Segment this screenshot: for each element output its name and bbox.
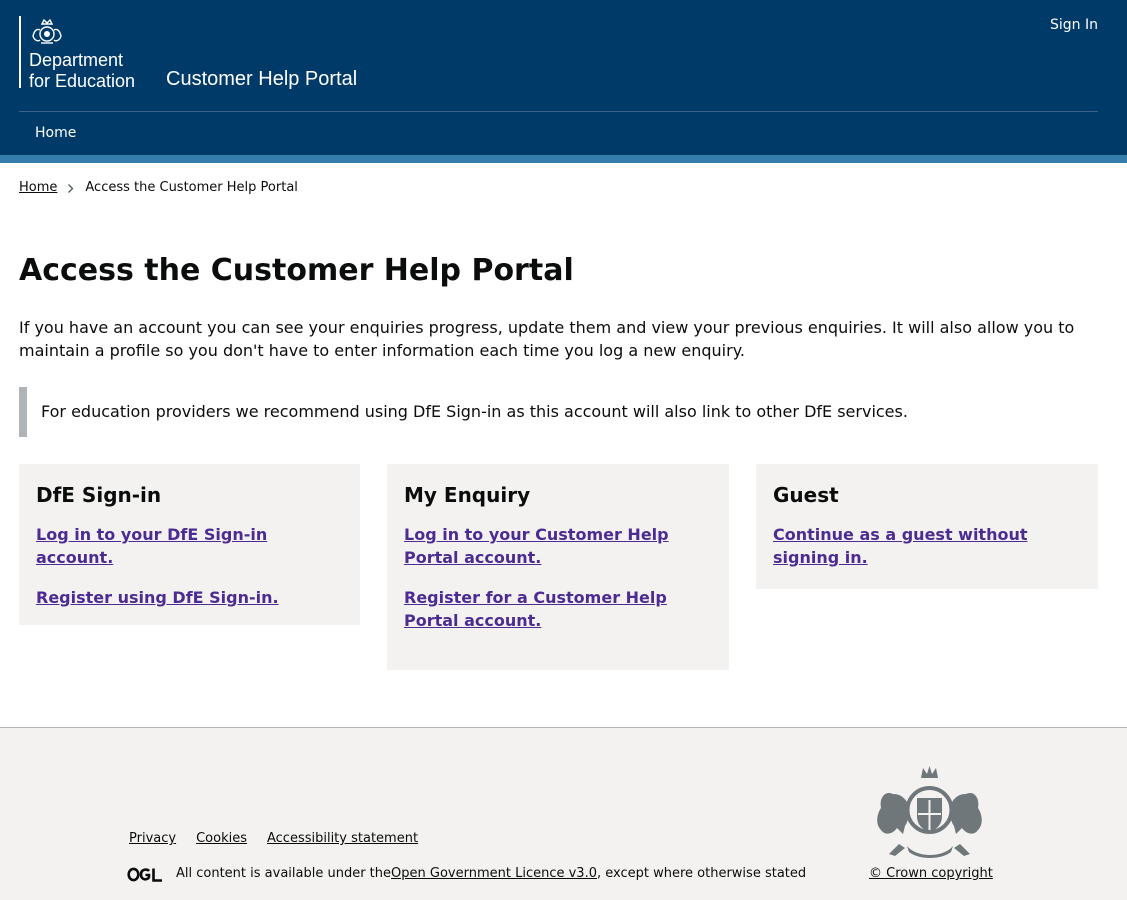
footer-link-accessibility[interactable]: Accessibility statement [267, 830, 418, 848]
site-footer: Privacy Cookies Accessibility statement … [0, 727, 1127, 900]
dfe-sign-in-login-link[interactable]: Log in to your DfE Sign-in account. [36, 523, 343, 569]
department-line-1: Department [29, 50, 124, 70]
crown-copyright-link[interactable]: © Crown copyright [869, 865, 993, 883]
footer-link-cookies[interactable]: Cookies [196, 830, 247, 848]
footer-link-privacy[interactable]: Privacy [129, 830, 176, 848]
nav-item-home[interactable]: Home [35, 123, 76, 143]
licence-suffix: , except where otherwise stated [596, 866, 807, 881]
breadcrumb-current: Access the Customer Help Portal [85, 180, 298, 195]
page-title: Access the Customer Help Portal [19, 253, 574, 288]
department-line-2: for Education [29, 71, 136, 91]
header-container: Department for Education Customer Help P… [19, 0, 1098, 155]
dfe-sign-in-register-link[interactable]: Register using DfE Sign-in. [36, 586, 343, 609]
portal-login-link[interactable]: Log in to your Customer Help Portal acco… [404, 523, 712, 569]
portal-register-link[interactable]: Register for a Customer Help Portal acco… [404, 586, 712, 632]
card-my-enquiry: My Enquiry Log in to your Customer Help … [387, 464, 729, 670]
ogl-logo-icon [127, 867, 162, 882]
card-guest: Guest Continue as a guest without signin… [756, 464, 1098, 589]
card-title: DfE Sign-in [36, 483, 162, 507]
dfe-logo-link[interactable]: Department for Education [19, 16, 149, 91]
card-title: My Enquiry [404, 483, 531, 507]
breadcrumb: Home Access the Customer Help Portal [19, 179, 298, 197]
header-divider [19, 111, 1098, 112]
inset-text: For education providers we recommend usi… [19, 387, 908, 437]
continue-as-guest-link[interactable]: Continue as a guest without signing in. [773, 523, 1081, 569]
card-dfe-sign-in: DfE Sign-in Log in to your DfE Sign-in a… [19, 464, 360, 625]
footer-links: Privacy Cookies Accessibility statement [129, 830, 418, 848]
licence-row: All content is available under the Open … [127, 865, 806, 883]
service-name-link[interactable]: Customer Help Portal [166, 66, 357, 92]
card-title: Guest [773, 483, 839, 507]
chevron-right-icon [68, 183, 74, 193]
royal-crest-icon [32, 18, 62, 44]
licence-prefix: All content is available under the [176, 866, 392, 881]
royal-coat-of-arms-icon [877, 766, 982, 858]
site-header: Department for Education Customer Help P… [0, 0, 1127, 155]
intro-text: If you have an account you can see your … [19, 318, 1075, 360]
inset-text-content: For education providers we recommend usi… [41, 402, 908, 421]
breadcrumb-home-link[interactable]: Home [19, 179, 57, 197]
header-accent-bar [0, 155, 1127, 163]
department-name: Department for Education [29, 50, 135, 92]
sign-in-link[interactable]: Sign In [1050, 15, 1098, 35]
ogl-licence-link[interactable]: Open Government Licence v3.0 [391, 865, 597, 883]
